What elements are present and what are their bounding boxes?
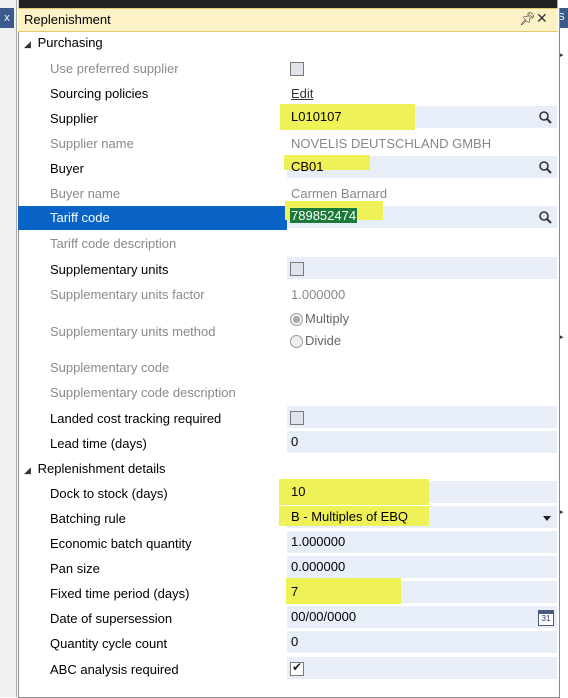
dock-to-stock-field[interactable]: 10 xyxy=(279,479,557,505)
landed-cost-tracking-field xyxy=(287,406,557,428)
supplementary-units-factor-value: 1.000000 xyxy=(291,287,346,302)
supplier-name-value: NOVELIS DEUTSCHLAND GMBH xyxy=(291,136,492,151)
supplier-field[interactable]: L010107 xyxy=(280,104,557,130)
supplier-search-icon[interactable] xyxy=(539,111,552,124)
dock-to-stock-label: Dock to stock (days) xyxy=(50,486,168,501)
buyer-field[interactable]: CB01 xyxy=(284,155,557,178)
left-dock-tab[interactable]: x xyxy=(0,8,14,28)
landed-cost-tracking-checkbox[interactable] xyxy=(290,411,304,425)
date-of-supersession-field[interactable]: 00/00/0000 xyxy=(287,606,557,628)
divide-radio-label: Divide xyxy=(305,333,342,348)
buyer-label: Buyer xyxy=(50,161,84,176)
quantity-cycle-count-field[interactable]: 0 xyxy=(287,631,557,653)
supplementary-units-field xyxy=(287,257,557,279)
use-preferred-supplier-checkbox[interactable] xyxy=(290,62,304,76)
abc-analysis-required-label: ABC analysis required xyxy=(50,662,179,677)
fixed-time-period-field[interactable]: 7 xyxy=(286,578,557,604)
supplementary-units-factor-label: Supplementary units factor xyxy=(50,287,205,302)
fixed-time-period-value: 7 xyxy=(291,584,299,599)
tariff-code-value: 789852474 xyxy=(290,208,358,223)
pan-size-field[interactable]: 0.000000 xyxy=(287,556,557,578)
sourcing-policies-edit-link[interactable]: Edit xyxy=(291,86,313,101)
dock-to-stock-value: 10 xyxy=(291,484,306,499)
quantity-cycle-count-label: Quantity cycle count xyxy=(50,636,168,651)
abc-analysis-required-checkbox[interactable] xyxy=(290,660,304,676)
section-purchasing[interactable]: ◢ Purchasing xyxy=(24,32,103,54)
calendar-icon[interactable]: 31 xyxy=(538,610,554,626)
batching-rule-dropdown[interactable]: B - Multiples of EBQ xyxy=(279,506,557,528)
sourcing-policies-label: Sourcing policies xyxy=(50,86,149,101)
section-title: Purchasing xyxy=(37,35,103,50)
tariff-code-description-label: Tariff code description xyxy=(50,236,177,251)
lead-time-label: Lead time (days) xyxy=(50,436,147,451)
lead-time-field[interactable]: 0 xyxy=(287,431,557,453)
calendar-icon-text: 31 xyxy=(541,614,551,623)
supplier-name-label: Supplier name xyxy=(50,136,134,151)
use-preferred-supplier-label: Use preferred supplier xyxy=(50,61,179,76)
section-title: Replenishment details xyxy=(37,461,166,476)
divide-radio[interactable] xyxy=(290,335,303,348)
fixed-time-period-label: Fixed time period (days) xyxy=(50,586,190,601)
pan-size-value: 0.000000 xyxy=(291,559,346,574)
economic-batch-quantity-field[interactable]: 1.000000 xyxy=(287,531,557,553)
buyer-name-label: Buyer name xyxy=(50,186,121,201)
supplementary-code-label: Supplementary code xyxy=(50,360,170,375)
quantity-cycle-count-value: 0 xyxy=(291,634,299,649)
lead-time-value: 0 xyxy=(291,434,299,449)
section-replenishment-details[interactable]: ◢ Replenishment details xyxy=(24,458,166,480)
collapse-triangle-icon[interactable]: ◢ xyxy=(24,33,34,55)
tariff-code-field[interactable]: 789852474 xyxy=(285,201,557,228)
highlight-mark xyxy=(286,578,401,604)
supplementary-units-checkbox[interactable] xyxy=(290,262,304,276)
economic-batch-quantity-value: 1.000000 xyxy=(291,534,346,549)
date-of-supersession-label: Date of supersession xyxy=(50,611,173,626)
panel-title: Replenishment xyxy=(24,12,111,27)
top-border xyxy=(0,0,568,8)
chevron-down-icon[interactable] xyxy=(543,516,551,521)
supplementary-units-method-label: Supplementary units method xyxy=(50,324,216,339)
batching-rule-value: B - Multiples of EBQ xyxy=(291,509,409,524)
panel-title-bar: Replenishment 📌︎ ✕ xyxy=(18,8,558,32)
multiply-radio[interactable] xyxy=(290,313,303,326)
collapse-triangle-icon[interactable]: ◢ xyxy=(24,459,34,481)
landed-cost-tracking-label: Landed cost tracking required xyxy=(50,411,222,426)
tariff-code-label: Tariff code xyxy=(50,210,110,225)
supplier-label: Supplier xyxy=(50,111,98,126)
multiply-radio-label: Multiply xyxy=(305,311,350,326)
economic-batch-quantity-label: Economic batch quantity xyxy=(50,536,192,551)
buyer-search-icon[interactable] xyxy=(539,161,552,174)
supplementary-code-description-label: Supplementary code description xyxy=(50,385,236,400)
buyer-value: CB01 xyxy=(291,159,324,174)
date-of-supersession-value: 00/00/0000 xyxy=(291,609,357,624)
abc-analysis-required-field xyxy=(287,657,557,679)
pin-icon[interactable]: 📌︎ xyxy=(519,11,536,27)
supplementary-units-label: Supplementary units xyxy=(50,262,169,277)
left-dock-strip xyxy=(0,0,19,697)
close-icon[interactable]: ✕ xyxy=(536,10,548,27)
supplier-value: L010107 xyxy=(291,109,342,124)
left-dock-bar xyxy=(0,0,17,697)
batching-rule-label: Batching rule xyxy=(50,511,126,526)
pan-size-label: Pan size xyxy=(50,561,100,576)
tariff-code-search-icon[interactable] xyxy=(539,211,552,224)
